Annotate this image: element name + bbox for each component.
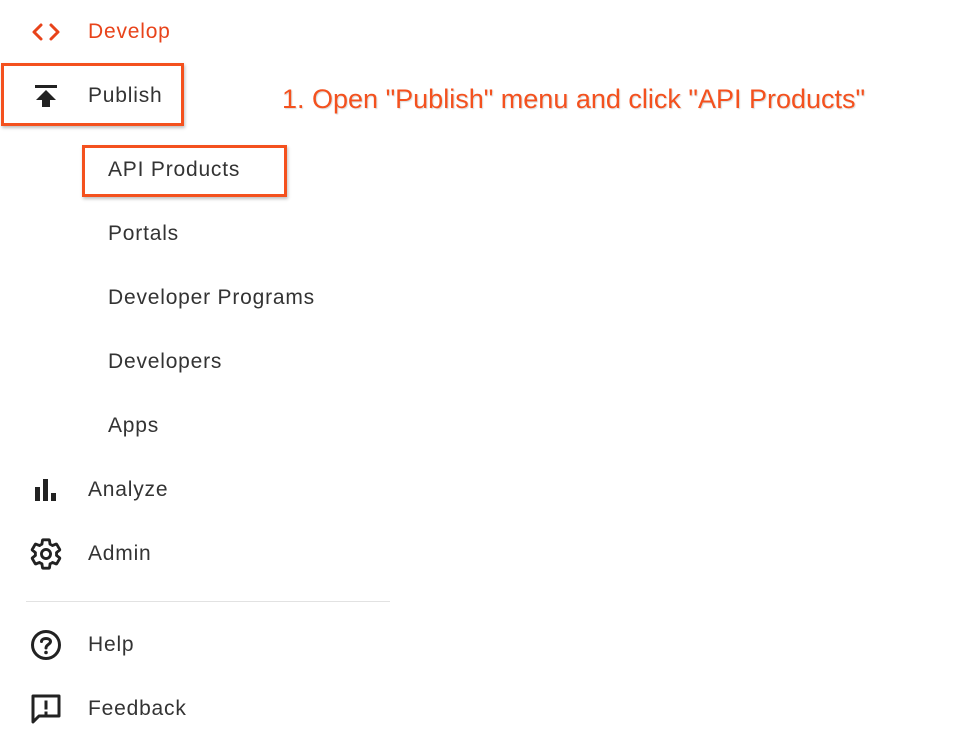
nav-subitem-label: Apps bbox=[108, 414, 160, 437]
nav-subitem-portals[interactable]: Portals bbox=[0, 212, 300, 256]
publish-icon bbox=[26, 76, 66, 116]
nav-item-feedback-label: Feedback bbox=[88, 697, 187, 720]
nav-item-analyze[interactable]: Analyze bbox=[0, 468, 200, 512]
nav-subitem-developers[interactable]: Developers bbox=[0, 340, 300, 384]
nav-item-analyze-label: Analyze bbox=[88, 478, 169, 501]
nav-subitem-developer-programs[interactable]: Developer Programs bbox=[0, 276, 340, 320]
nav-item-publish[interactable]: Publish bbox=[0, 74, 182, 118]
nav-subitem-apps[interactable]: Apps bbox=[0, 404, 300, 448]
nav-subitem-label: Developers bbox=[108, 350, 223, 373]
instruction-annotation: 1. Open "Publish" menu and click "API Pr… bbox=[282, 84, 866, 114]
nav-item-admin[interactable]: Admin bbox=[0, 532, 200, 576]
gear-icon bbox=[26, 534, 66, 574]
nav-item-help[interactable]: Help bbox=[0, 623, 200, 667]
nav-subitem-api-products[interactable]: API Products bbox=[0, 148, 300, 192]
nav-subitem-label: API Products bbox=[108, 158, 241, 181]
nav-item-publish-label: Publish bbox=[88, 84, 163, 107]
nav-item-admin-label: Admin bbox=[88, 542, 152, 565]
nav-divider bbox=[26, 601, 390, 602]
nav-item-feedback[interactable]: Feedback bbox=[0, 687, 200, 731]
help-circle-icon bbox=[26, 625, 66, 665]
nav-subitem-label: Portals bbox=[108, 222, 179, 245]
nav-item-develop[interactable]: Develop bbox=[0, 10, 200, 54]
nav-item-help-label: Help bbox=[88, 633, 135, 656]
feedback-icon bbox=[26, 689, 66, 729]
nav-item-develop-label: Develop bbox=[88, 20, 171, 43]
nav-subitem-label: Developer Programs bbox=[108, 286, 315, 309]
bar-chart-icon bbox=[26, 470, 66, 510]
code-brackets-icon bbox=[26, 12, 66, 52]
